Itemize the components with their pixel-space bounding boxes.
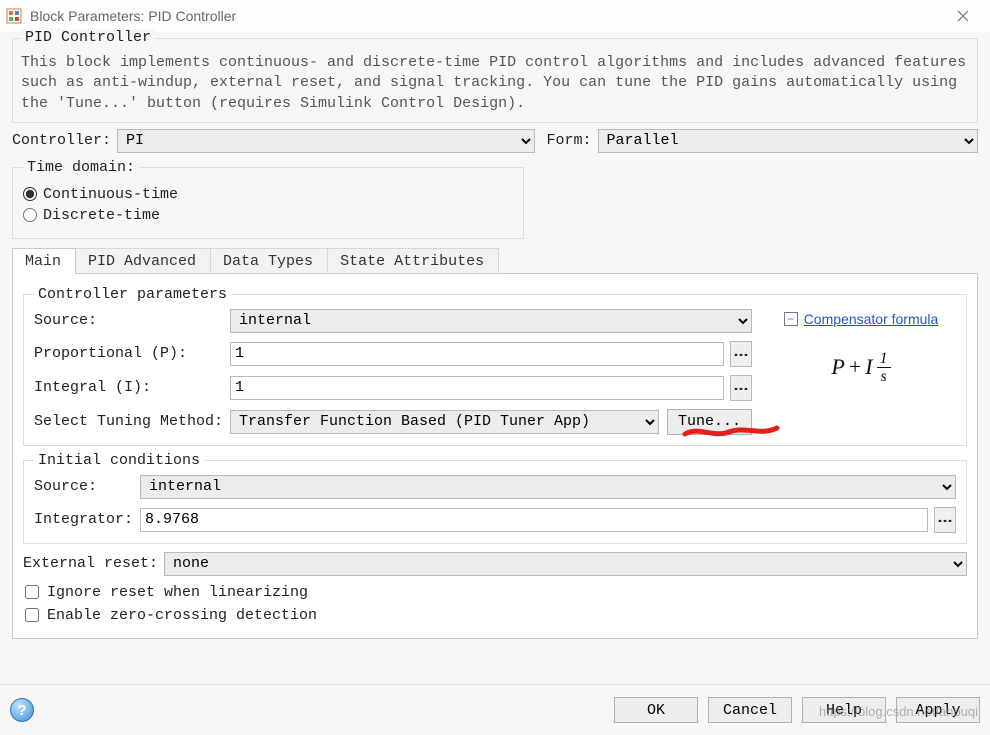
- ignore-reset-checkbox[interactable]: [25, 585, 39, 599]
- header-group: PID Controller This block implements con…: [12, 38, 978, 123]
- zero-crossing-checkbox[interactable]: [25, 608, 39, 622]
- titlebar: Block Parameters: PID Controller: [0, 0, 990, 32]
- tuning-method-label: Select Tuning Method:: [34, 413, 224, 430]
- controller-label: Controller:: [12, 132, 111, 149]
- p-input[interactable]: [230, 342, 724, 366]
- tab-data-types[interactable]: Data Types: [210, 248, 328, 274]
- integrator-more-button[interactable]: ⋮: [934, 507, 956, 533]
- controller-parameters-legend: Controller parameters: [34, 286, 231, 303]
- controller-parameters-group: Controller parameters Source: internal P…: [23, 286, 967, 446]
- window-title: Block Parameters: PID Controller: [30, 8, 236, 24]
- dialog-window: Block Parameters: PID Controller PID Con…: [0, 0, 990, 735]
- close-button[interactable]: [942, 3, 984, 29]
- tab-strip: Main PID Advanced Data Types State Attri…: [12, 247, 978, 273]
- header-description: This block implements continuous- and di…: [21, 53, 969, 114]
- ic-source-label: Source:: [34, 478, 134, 495]
- time-domain-legend: Time domain:: [23, 159, 139, 176]
- form-label: Form:: [547, 132, 592, 149]
- apply-button[interactable]: Apply: [896, 697, 980, 723]
- zero-crossing-label: Enable zero-crossing detection: [47, 607, 317, 624]
- controller-select[interactable]: PI: [117, 129, 535, 153]
- compensator-formula-link[interactable]: Compensator formula: [804, 311, 939, 327]
- i-more-button[interactable]: ⋮: [730, 375, 752, 401]
- i-label: Integral (I):: [34, 379, 224, 396]
- continuous-time-radio[interactable]: [23, 187, 37, 201]
- cancel-button[interactable]: Cancel: [708, 697, 792, 723]
- app-icon: [6, 8, 22, 24]
- external-reset-select[interactable]: none: [164, 552, 967, 576]
- ic-source-select[interactable]: internal: [140, 475, 956, 499]
- tab-main[interactable]: Main: [12, 248, 76, 274]
- ignore-reset-label: Ignore reset when linearizing: [47, 584, 308, 601]
- compensator-formula: P + I 1 s: [831, 351, 890, 384]
- bottom-bar: ? OK Cancel Help Apply: [0, 684, 990, 735]
- p-label: Proportional (P):: [34, 345, 224, 362]
- help-icon[interactable]: ?: [10, 698, 34, 722]
- discrete-time-radio[interactable]: [23, 208, 37, 222]
- tab-pid-advanced[interactable]: PID Advanced: [75, 248, 211, 274]
- i-input[interactable]: [230, 376, 724, 400]
- annotation-red-underline: [681, 422, 781, 440]
- continuous-time-label: Continuous-time: [43, 186, 178, 203]
- source-select[interactable]: internal: [230, 309, 752, 333]
- discrete-time-label: Discrete-time: [43, 207, 160, 224]
- external-reset-label: External reset:: [23, 555, 158, 572]
- tab-state-attributes[interactable]: State Attributes: [327, 248, 499, 274]
- initial-conditions-legend: Initial conditions: [34, 452, 204, 469]
- source-label: Source:: [34, 312, 224, 329]
- help-button[interactable]: Help: [802, 697, 886, 723]
- ok-button[interactable]: OK: [614, 697, 698, 723]
- p-more-button[interactable]: ⋮: [730, 341, 752, 367]
- controller-form-row: Controller: PI Form: Parallel: [12, 129, 978, 153]
- collapse-icon[interactable]: −: [784, 312, 798, 326]
- tuning-method-select[interactable]: Transfer Function Based (PID Tuner App): [230, 410, 659, 434]
- form-select[interactable]: Parallel: [598, 129, 978, 153]
- header-group-title: PID Controller: [21, 29, 155, 46]
- initial-conditions-group: Initial conditions Source: internal Inte…: [23, 452, 967, 544]
- integrator-input[interactable]: [140, 508, 928, 532]
- integrator-label: Integrator:: [34, 511, 134, 528]
- time-domain-group: Time domain: Continuous-time Discrete-ti…: [12, 159, 524, 239]
- content-area: PID Controller This block implements con…: [0, 32, 990, 639]
- tab-panel-main: Controller parameters Source: internal P…: [12, 273, 978, 639]
